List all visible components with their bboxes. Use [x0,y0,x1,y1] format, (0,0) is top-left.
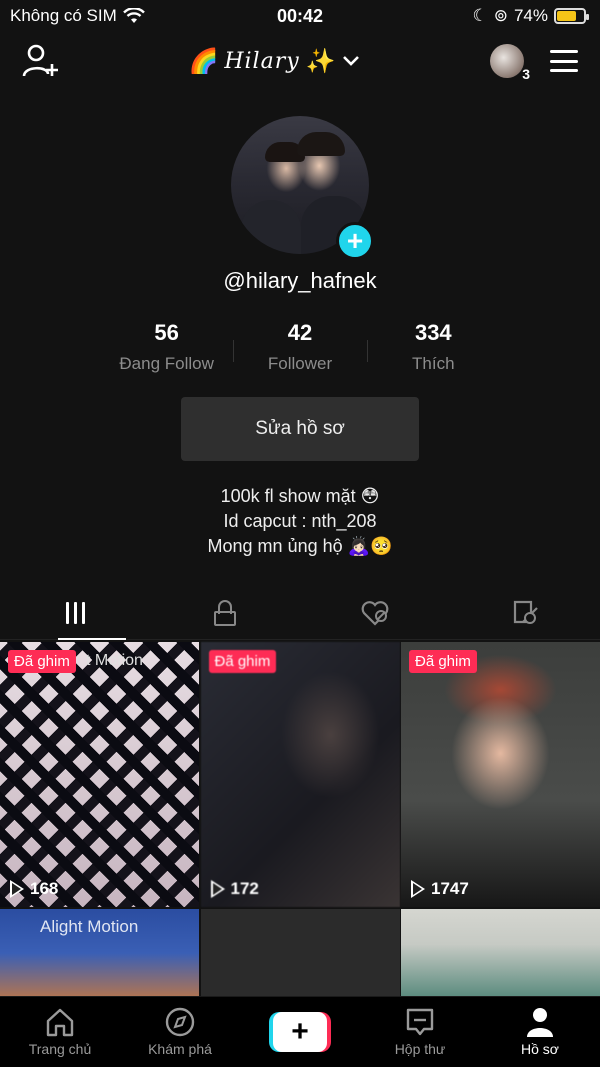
video-thumbnail[interactable] [200,909,400,997]
nav-discover[interactable]: Khám phá [120,1007,240,1057]
nav-label: Hồ sơ [521,1041,559,1057]
watermark-text: Alight Motion [40,917,139,936]
nav-profile[interactable]: Hồ sơ [480,1007,600,1057]
nav-create[interactable]: + [240,1012,360,1052]
view-count-value: 168 [30,879,59,898]
stat-likes[interactable]: 334 Thích [366,320,500,374]
nav-home[interactable]: Trang chủ [0,1007,120,1057]
battery-icon [554,8,589,24]
chevron-down-icon [342,56,359,66]
battery-percent: 74% [513,6,548,25]
carrier-label: Không có SIM [10,6,117,25]
menu-icon[interactable] [549,50,578,72]
video-thumbnail[interactable] [401,909,600,997]
rotation-lock-icon: ⊚ [493,6,508,25]
compass-icon [165,1007,195,1037]
nav-label: Khám phá [148,1041,212,1057]
pinned-badge: Đã ghim [409,650,477,673]
stat-value: 334 [414,320,452,345]
stat-followers[interactable]: 42 Follower [233,320,366,374]
stat-value: 42 [287,320,313,345]
tab-private[interactable] [150,586,300,639]
video-grid: t Motion Đã ghim 168 Đã ghim 172 Đã ghim… [0,642,600,997]
sparkles-emoji: ✨ [305,47,336,75]
view-count: 168 [10,879,58,899]
pinned-badge: Đã ghim [8,650,76,673]
rainbow-emoji: 🌈 [188,47,219,75]
nav-inbox[interactable]: Hộp thư [360,1007,480,1057]
profile-stats: 56 Đang Follow 42 Follower 334 Thích [100,320,500,374]
stat-label: Thích [412,354,455,373]
pinned-badge: Đã ghim [208,650,277,673]
stat-label: Đang Follow [119,354,214,373]
bio-line: Id capcut : nth_208 [223,511,377,531]
status-bar: Không có SIM 00:42 ☾ ⊚ 74% [0,0,600,32]
add-avatar-icon[interactable]: + [336,222,374,260]
inbox-icon [406,1008,434,1036]
create-plus-icon: + [269,1012,331,1052]
bio: 100k fl show mặt 😳 Id capcut : nth_208 M… [0,484,600,559]
grid-icon [65,601,85,624]
lock-icon [214,599,236,626]
play-icon [411,880,425,898]
nav-label: Hộp thư [394,1041,446,1057]
bio-line: Mong mn ủng hộ 🙇🏻‍♀️🥺 [207,536,393,556]
view-count: 172 [210,879,259,899]
home-icon [46,1008,74,1037]
video-thumbnail[interactable]: Đã ghim 172 [200,642,400,907]
wifi-icon [122,8,145,23]
tab-videos[interactable] [0,586,150,640]
stat-label: Follower [267,354,333,373]
friends-avatar[interactable]: 3 [489,44,530,82]
tab-liked[interactable] [300,586,450,639]
top-nav: 🌈 Hilary ✨ 3 [0,36,600,86]
username: @hilary_hafnek [223,268,377,293]
nav-label: Trang chủ [28,1041,92,1057]
profile-tabs [0,586,600,640]
video-thumbnail[interactable]: Đã ghim 1747 [401,642,600,907]
edit-profile-button[interactable]: Sửa hồ sơ [181,397,419,461]
stat-following[interactable]: 56 Đang Follow [100,320,233,374]
liked-heart-icon [361,600,389,626]
watermark-text: t Motion [86,652,143,669]
play-icon [10,880,24,898]
profile-icon [527,1008,553,1037]
moon-icon: ☾ [472,6,488,25]
account-title: Hilary [224,48,300,74]
add-user-icon[interactable] [22,44,58,78]
play-icon [210,880,225,898]
account-switcher[interactable]: 🌈 Hilary ✨ [188,47,359,76]
bottom-nav: Trang chủ Khám phá + Hộp thư Hồ sơ [0,996,600,1067]
view-count-value: 1747 [431,879,469,898]
video-thumbnail[interactable]: Alight Motion [0,909,199,997]
video-thumbnail[interactable]: t Motion Đã ghim 168 [0,642,199,907]
friends-count: 3 [522,66,530,82]
view-count-value: 172 [230,879,259,898]
view-count: 1747 [411,879,469,899]
stat-value: 56 [154,320,179,345]
tab-tagged[interactable] [450,586,600,639]
bio-line: 100k fl show mặt 😳 [220,486,380,506]
tagged-icon [513,600,538,624]
